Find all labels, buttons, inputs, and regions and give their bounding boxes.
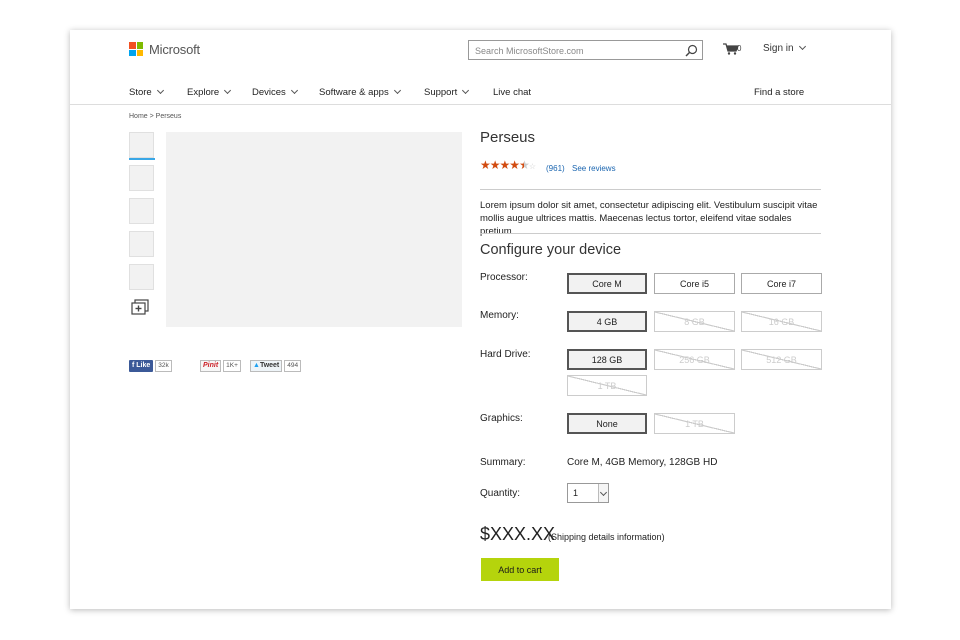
sign-in-label: Sign in <box>763 43 794 54</box>
graphics-label: Graphics: <box>480 413 523 424</box>
processor-label: Processor: <box>480 272 528 283</box>
memory-label: Memory: <box>480 310 519 321</box>
thumbnail-2[interactable] <box>129 165 154 191</box>
chevron-down-icon <box>290 86 298 95</box>
half-star-icon: ★ <box>519 158 530 172</box>
add-to-cart-button[interactable]: Add to cart <box>481 558 559 581</box>
hard-drive-option-128gb[interactable]: 128 GB <box>567 349 647 370</box>
nav-item-store[interactable]: Store <box>129 86 164 98</box>
chevron-down-icon <box>224 86 232 95</box>
tweet-button[interactable]: ▲Tweet <box>250 360 283 372</box>
star-icon: ★ <box>480 158 491 172</box>
tweet-count: 494 <box>284 360 302 372</box>
graphics-option-none[interactable]: None <box>567 413 647 434</box>
see-reviews-link[interactable]: See reviews <box>572 164 616 173</box>
quantity-value: 1 <box>573 488 579 498</box>
rating-stars[interactable]: ★★★★★☆ <box>480 158 536 172</box>
memory-option-16gb: 16 GB <box>741 311 822 332</box>
nav-divider <box>70 104 891 105</box>
hard-drive-option-256gb: 256 GB <box>654 349 735 370</box>
pinterest-button[interactable]: Pinit <box>200 360 222 372</box>
product-main-image[interactable] <box>166 132 462 327</box>
sign-in-menu[interactable]: Sign in <box>763 42 806 54</box>
star-icon: ★ <box>509 158 520 172</box>
nav-find-store[interactable]: Find a store <box>754 87 804 98</box>
processor-option-core-i5[interactable]: Core i5 <box>654 273 735 294</box>
pinterest-pin[interactable]: Pinit 1K+ <box>200 360 241 372</box>
nav-item-support[interactable]: Support <box>424 86 470 98</box>
star-icon: ★ <box>499 158 511 172</box>
nav-label: Live chat <box>493 87 532 98</box>
thumbnail-4[interactable] <box>129 231 154 257</box>
like-count: 32k <box>155 360 172 372</box>
chevron-down-icon <box>462 86 470 95</box>
facebook-like[interactable]: f Like 32k <box>129 360 172 372</box>
price: $XXX.XX <box>480 524 556 544</box>
hard-drive-option-512gb: 512 GB <box>741 349 822 370</box>
nav-item-live-chat[interactable]: Live chat <box>493 87 531 98</box>
chevron-down-icon <box>798 42 806 51</box>
configure-title: Configure your device <box>480 242 622 258</box>
nav-item-devices[interactable]: Devices <box>252 86 298 98</box>
thumbnail-1[interactable] <box>129 132 154 158</box>
memory-option-4gb[interactable]: 4 GB <box>567 311 647 332</box>
product-page: Microsoft 0 Sign in Store Explore Device… <box>70 30 891 609</box>
nav-item-software-apps[interactable]: Software & apps <box>319 86 401 98</box>
chevron-down-icon <box>393 86 401 95</box>
chevron-down-icon <box>156 86 164 95</box>
search-input[interactable] <box>469 42 679 60</box>
quantity-label: Quantity: <box>480 488 521 499</box>
thumbnail-3[interactable] <box>129 198 154 224</box>
empty-star-icon: ☆ <box>528 162 536 171</box>
shipping-info: (Shipping details information) <box>548 532 665 542</box>
nav-label: Software & apps <box>319 87 389 98</box>
nav-label: Devices <box>252 87 286 98</box>
nav-item-explore[interactable]: Explore <box>187 86 232 98</box>
facebook-like-button[interactable]: f Like <box>129 360 154 372</box>
rating-count[interactable]: (961) <box>546 164 565 173</box>
pin-count: 1K+ <box>223 360 241 372</box>
quantity-select[interactable]: 1 <box>567 483 609 503</box>
cart-count: 0 <box>737 44 742 53</box>
nav-label: Explore <box>187 87 220 98</box>
tweet-label: Tweet <box>259 362 280 369</box>
thumbnail-5[interactable] <box>129 264 154 290</box>
like-label: Like <box>136 362 151 369</box>
divider <box>480 233 821 234</box>
star-icon: ★ <box>489 158 501 172</box>
brand-name[interactable]: Microsoft <box>149 42 200 57</box>
nav-label: Store <box>129 87 152 98</box>
breadcrumb[interactable]: Home > Perseus <box>129 113 181 120</box>
search-icon[interactable] <box>685 44 698 57</box>
divider <box>480 189 821 190</box>
summary-value: Core M, 4GB Memory, 128GB HD <box>567 457 718 468</box>
chevron-down-icon[interactable] <box>598 484 608 502</box>
processor-option-core-m[interactable]: Core M <box>567 273 647 294</box>
twitter-bird-icon: ▲ <box>253 362 260 369</box>
summary-label: Summary: <box>480 457 526 468</box>
nav-label: Support <box>424 87 458 98</box>
microsoft-logo-icon[interactable] <box>129 42 143 56</box>
processor-option-core-i7[interactable]: Core i7 <box>741 273 822 294</box>
hard-drive-option-1tb: 1 TB <box>567 375 647 396</box>
product-title: Perseus <box>480 129 536 146</box>
more-images-icon[interactable] <box>131 299 149 315</box>
memory-option-8gb: 8 GB <box>654 311 735 332</box>
graphics-option-1tb: 1 TB <box>654 413 735 434</box>
chevron-shape <box>599 488 608 496</box>
search-box[interactable] <box>468 40 703 60</box>
twitter-tweet[interactable]: ▲Tweet 494 <box>250 360 302 372</box>
thumbnail-active-indicator <box>129 158 155 160</box>
hard-drive-label: Hard Drive: <box>480 349 531 360</box>
